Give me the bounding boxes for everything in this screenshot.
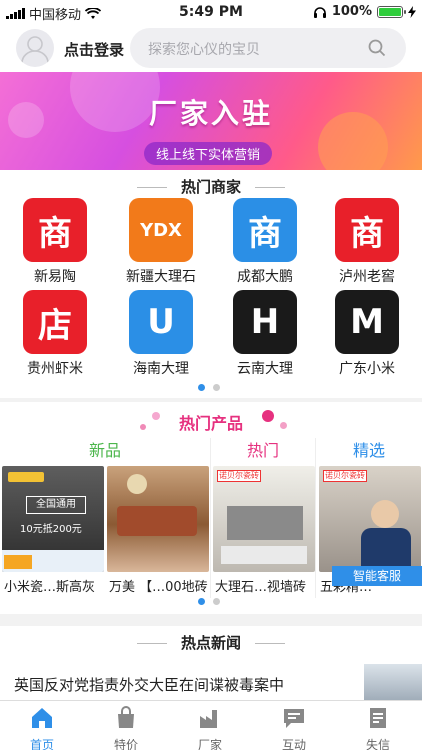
sofa-shape	[117, 506, 197, 536]
merchants-title: 热门商家	[180, 178, 241, 196]
pager-dot-active	[198, 598, 205, 605]
headphones-icon	[313, 6, 326, 18]
merchant-name: 海南大理	[133, 361, 189, 377]
merchant-logo: 商	[23, 198, 87, 262]
merchant-name: 新疆大理石	[126, 269, 196, 285]
brand-badge	[8, 472, 44, 482]
tab-label: 互动	[281, 738, 306, 750]
product-caption[interactable]: 小米瓷…斯高灰	[4, 576, 108, 595]
hot-products-section: 热门产品 新品 热门 精选 全国通用 10元抵200元 小米瓷…斯高灰 万美 【…	[0, 402, 422, 614]
merchant-name: 贵州虾米	[27, 361, 83, 377]
column-label: 新品	[88, 441, 121, 460]
login-link[interactable]: 点击登录	[64, 39, 124, 60]
search-icon[interactable]	[368, 39, 386, 57]
battery-icon	[377, 5, 406, 18]
products-title: 热门产品	[178, 414, 243, 433]
merchant-logo: 商	[233, 198, 297, 262]
banner-title: 厂家入驻	[148, 97, 273, 130]
tab-blacklist[interactable]: 失信	[336, 705, 420, 750]
tab-label: 失信	[365, 738, 390, 750]
product-image[interactable]: 诺贝尔瓷砖	[213, 466, 315, 572]
merchant-item[interactable]: U 海南大理	[116, 290, 206, 378]
merchant-item[interactable]: M 广东小米	[322, 290, 412, 378]
hot-news-section: 热点新闻 英国反对党指责外交大臣在间谍被毒案中	[0, 626, 422, 704]
tab-interact[interactable]: 互动	[252, 705, 336, 750]
tab-label: 首页	[29, 738, 54, 750]
promo-text: 10元抵200元	[20, 524, 82, 535]
merchant-name: 新易陶	[34, 269, 76, 285]
column-label: 精选	[352, 441, 385, 460]
merchant-logo: M	[335, 290, 399, 354]
bottom-tab-bar: 首页 特价 厂家 互动 失信	[0, 700, 422, 750]
tab-factory[interactable]: 厂家	[168, 705, 252, 750]
merchant-logo: H	[233, 290, 297, 354]
section-title: 热门商家	[0, 176, 422, 197]
merchant-logo: YDX	[129, 198, 193, 262]
merchant-name: 成都大鹏	[237, 269, 293, 285]
pager-dot	[213, 598, 220, 605]
merchant-logo: 商	[335, 198, 399, 262]
top-header: 点击登录 探索您心仪的宝贝	[0, 24, 422, 72]
merchant-item[interactable]: 商成都大鹏	[220, 198, 310, 286]
product-caption[interactable]: 大理石…视墙砖	[215, 576, 319, 595]
document-icon	[370, 708, 386, 728]
chat-icon	[284, 709, 304, 728]
factory-icon	[200, 710, 217, 728]
pager-dot	[213, 384, 220, 391]
section-title: 热点新闻	[0, 632, 422, 653]
product-image[interactable]: 全国通用 10元抵200元	[2, 466, 104, 572]
news-title: 热点新闻	[180, 634, 241, 652]
merchant-name: 泸州老窖	[339, 269, 395, 285]
avatar[interactable]	[16, 29, 54, 67]
news-headline[interactable]: 英国反对党指责外交大臣在间谍被毒案中	[14, 674, 284, 695]
merchants-pager	[198, 384, 220, 391]
merchant-item[interactable]: 商泸州老窖	[322, 198, 412, 286]
merchant-item[interactable]: H 云南大理	[220, 290, 310, 378]
products-pager	[198, 598, 220, 605]
tab-home[interactable]: 首页	[0, 705, 84, 750]
lamp-shape	[127, 474, 147, 494]
smart-service-button[interactable]: 智能客服	[332, 566, 422, 586]
home-icon	[32, 708, 52, 728]
agent-face	[371, 500, 399, 528]
status-bar: 中国移动 5:49 PM 100%	[0, 0, 422, 24]
merchant-item[interactable]: 商新易陶	[10, 198, 100, 286]
tab-label: 特价	[113, 738, 138, 750]
tab-deals[interactable]: 特价	[84, 705, 168, 750]
tab-label: 厂家	[197, 738, 222, 750]
pager-dot-active	[198, 384, 205, 391]
merchant-name: 广东小米	[339, 361, 395, 377]
brand-tag: 诺贝尔瓷砖	[217, 470, 261, 482]
floor-shape	[221, 546, 307, 564]
tv-wall-shape	[227, 506, 303, 540]
price-badge	[4, 555, 32, 569]
banner-subtitle: 线上线下实体营销	[144, 142, 273, 165]
promo-banner[interactable]: 厂家入驻 线上线下实体营销	[0, 72, 422, 170]
user-icon	[21, 36, 49, 64]
merchant-item[interactable]: 店贵州虾米	[10, 290, 100, 378]
column-label: 热门	[246, 441, 279, 460]
battery-percent: 100%	[331, 4, 372, 19]
product-image[interactable]	[107, 466, 209, 572]
promo-tag: 全国通用	[26, 496, 86, 514]
merchant-logo: 店	[23, 290, 87, 354]
product-columns: 新品 热门 精选 全国通用 10元抵200元 小米瓷…斯高灰 万美 【…00地砖…	[0, 438, 422, 598]
hot-merchants-section: 热门商家 商新易陶 YDX 新疆大理石商成都大鹏商泸州老窖店贵州虾米 U 海南大理 H 云南…	[0, 170, 422, 398]
search-bar[interactable]: 探索您心仪的宝贝	[130, 28, 406, 68]
news-thumbnail[interactable]	[364, 664, 422, 704]
merchant-item[interactable]: YDX 新疆大理石	[116, 198, 206, 286]
bag-icon	[118, 706, 134, 728]
search-placeholder: 探索您心仪的宝贝	[148, 42, 260, 58]
product-caption[interactable]: 万美 【…00地砖	[109, 576, 213, 595]
merchant-name: 云南大理	[237, 361, 293, 377]
charging-icon	[408, 5, 416, 18]
brand-tag: 诺贝尔瓷砖	[323, 470, 367, 482]
merchant-logo: U	[129, 290, 193, 354]
product-image[interactable]: 诺贝尔瓷砖	[319, 466, 421, 572]
